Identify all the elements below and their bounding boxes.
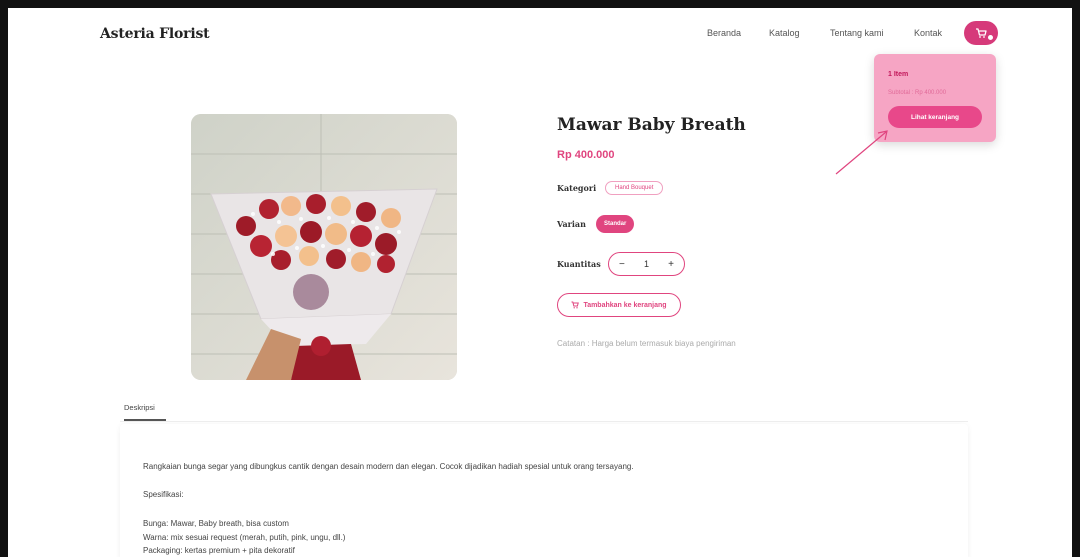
nav-beranda[interactable]: Beranda [707,28,741,38]
site-header: Asteria Florist Beranda Katalog Tentang … [8,8,1072,60]
spec-line: Warna: mix sesuai request (merah, putih,… [143,533,346,542]
view-cart-button[interactable]: Lihat keranjang [888,106,982,128]
spec-line: Bunga: Mawar, Baby breath, bisa custom [143,519,289,528]
cart-button[interactable] [964,21,998,45]
spec-line: Packaging: kertas premium + pita dekorat… [143,546,295,555]
product-price: Rp 400.000 [557,149,615,161]
shipping-note: Catatan : Harga belum termasuk biaya pen… [557,339,736,348]
add-to-cart-button[interactable]: Tambahkan ke keranjang [557,293,681,317]
cart-count-badge [987,34,994,41]
quantity-stepper: − 1 + [608,252,685,276]
tab-divider [120,421,968,422]
annotation-arrow [835,130,888,175]
variant-label: Varian [557,219,586,229]
nav-tentang-kami[interactable]: Tentang kami [830,28,884,38]
description-intro: Rangkaian bunga segar yang dibungkus can… [143,462,634,471]
category-tag[interactable]: Hand Bouquet [605,181,664,195]
quantity-value[interactable]: 1 [644,259,649,269]
cart-subtotal: Subtotal : Rp 400.000 [888,90,947,96]
add-to-cart-label: Tambahkan ke keranjang [583,301,667,309]
bouquet-photo [191,114,457,380]
product-image [191,114,457,380]
cart-icon [571,301,580,309]
product-title: Mawar Baby Breath [557,115,746,135]
quantity-decrease-button[interactable]: − [619,259,625,270]
variant-option-selected[interactable]: Standar [596,215,635,233]
quantity-increase-button[interactable]: + [668,259,674,270]
nav-kontak[interactable]: Kontak [914,28,942,38]
tab-deskripsi[interactable]: Deskripsi [124,403,155,412]
nav-katalog[interactable]: Katalog [769,28,800,38]
cart-icon [976,28,987,38]
spec-heading: Spesifikasi: [143,490,184,499]
cart-item-count: 1 Item [888,71,909,78]
active-tab-indicator [124,419,166,421]
category-label: Kategori [557,183,597,193]
brand-logo[interactable]: Asteria Florist [100,26,210,42]
quantity-label: Kuantitas [557,259,601,269]
